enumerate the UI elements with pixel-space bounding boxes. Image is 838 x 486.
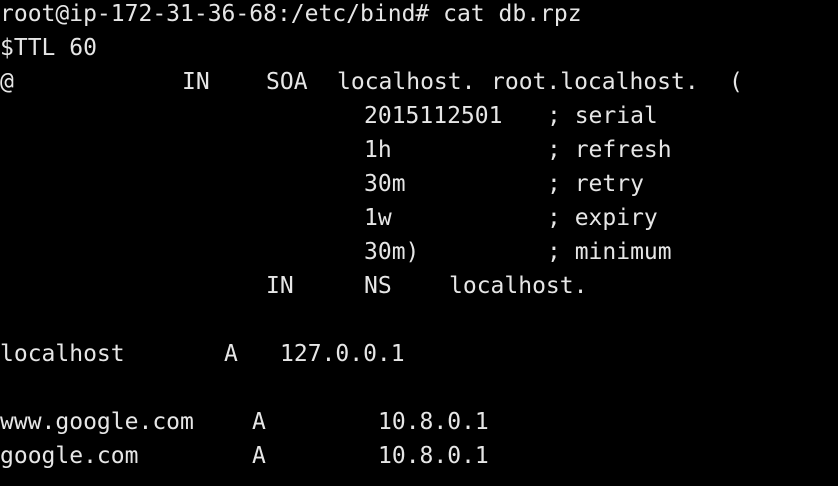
record-name: localhost	[0, 341, 125, 367]
a-record-line: google.com A 10.8.0.1	[0, 439, 489, 473]
record-address: 127.0.0.1	[280, 341, 405, 367]
soa-field-comment: ; retry	[547, 171, 644, 197]
soa-field-value: 1w	[364, 205, 392, 231]
record-address: 10.8.0.1	[378, 409, 489, 435]
record-name: google.com	[0, 443, 139, 469]
soa-origin: @	[0, 69, 14, 95]
soa-field-retry: 30m ; retry	[0, 167, 644, 201]
a-record-line: localhost A 127.0.0.1	[0, 337, 405, 371]
soa-mname: localhost.	[337, 69, 476, 95]
soa-field-value: 30m)	[364, 239, 420, 265]
soa-line: @ IN SOA localhost. root.localhost. (	[0, 65, 743, 99]
soa-field-comment: ; serial	[547, 103, 658, 129]
ttl-line: $TTL 60	[0, 31, 97, 65]
soa-class: IN	[182, 69, 210, 95]
ns-record-line: IN NS localhost.	[0, 269, 587, 303]
soa-field-serial: 2015112501 ; serial	[0, 99, 658, 133]
soa-field-minimum: 30m) ; minimum	[0, 235, 672, 269]
record-address: 10.8.0.1	[378, 443, 489, 469]
soa-field-value: 30m	[364, 171, 406, 197]
soa-field-comment: ; expiry	[547, 205, 658, 231]
soa-field-value: 1h	[364, 137, 392, 163]
record-type: A	[252, 443, 266, 469]
soa-field-expiry: 1w ; expiry	[0, 201, 658, 235]
ns-target: localhost.	[449, 273, 588, 299]
soa-field-comment: ; refresh	[547, 137, 672, 163]
record-type: A	[224, 341, 238, 367]
soa-rname: root.localhost.	[491, 69, 699, 95]
prompt-line: root@ip-172-31-36-68:/etc/bind# cat db.r…	[0, 0, 582, 31]
soa-open-paren: (	[729, 69, 743, 95]
command-prompt: root@ip-172-31-36-68:/etc/bind# cat db.r…	[0, 1, 582, 27]
ttl-directive: $TTL 60	[0, 35, 97, 61]
soa-field-refresh: 1h ; refresh	[0, 133, 672, 167]
soa-type: SOA	[266, 69, 308, 95]
soa-field-comment: ; minimum	[547, 239, 672, 265]
a-record-line: www.google.com A 10.8.0.1	[0, 405, 489, 439]
ns-type: NS	[364, 273, 392, 299]
ns-class: IN	[266, 273, 294, 299]
soa-field-value: 2015112501	[364, 103, 503, 129]
terminal-window[interactable]: root@ip-172-31-36-68:/etc/bind# cat db.r…	[0, 0, 838, 486]
record-name: www.google.com	[0, 409, 194, 435]
record-type: A	[252, 409, 266, 435]
